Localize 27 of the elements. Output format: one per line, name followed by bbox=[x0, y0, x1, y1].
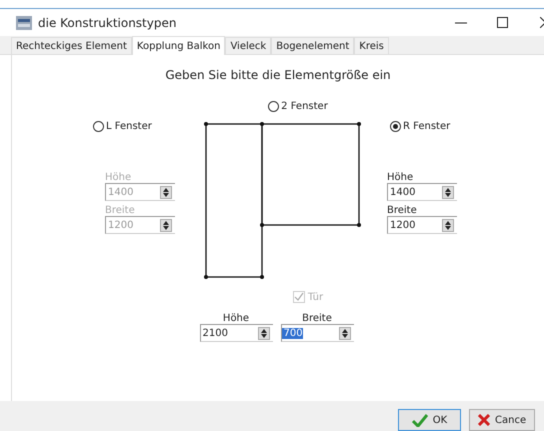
radio-button[interactable]: L Fenster bbox=[93, 121, 152, 132]
number-field[interactable]: 1200 bbox=[387, 216, 457, 234]
tab[interactable]: Vieleck bbox=[225, 37, 272, 54]
field-label: Höhe bbox=[387, 172, 414, 183]
minimize-icon[interactable] bbox=[455, 22, 467, 24]
field-label: Höhe bbox=[222, 313, 250, 324]
tab[interactable]: Kopplung Balkon bbox=[132, 36, 226, 55]
radio-button[interactable]: 2 Fenster bbox=[268, 101, 328, 112]
heading: Geben Sie bitte die Elementgröße ein bbox=[164, 68, 392, 82]
checkmark-icon bbox=[412, 414, 428, 426]
tab[interactable]: Kreis bbox=[354, 37, 389, 54]
radio-button[interactable]: R Fenster bbox=[390, 121, 450, 132]
field-label: Breite bbox=[105, 205, 136, 216]
tab[interactable]: Bogenelement bbox=[271, 37, 354, 54]
x-mark-icon bbox=[478, 414, 490, 426]
cancel-button[interactable]: Cance bbox=[469, 409, 536, 431]
ok-button[interactable]: OK bbox=[398, 409, 461, 431]
field-label: Breite bbox=[387, 205, 418, 216]
number-field[interactable]: 2100 bbox=[200, 324, 272, 342]
window-title: die Konstruktionstypen bbox=[38, 16, 176, 30]
field-label: Höhe bbox=[105, 172, 132, 183]
number-field[interactable]: 700 bbox=[280, 324, 354, 342]
number-field[interactable]: 1400 bbox=[387, 183, 457, 201]
tab[interactable]: Rechteckiges Element bbox=[11, 37, 132, 54]
field-label: Breite bbox=[302, 313, 332, 324]
maximize-icon[interactable] bbox=[497, 17, 508, 28]
app-icon bbox=[16, 16, 32, 30]
